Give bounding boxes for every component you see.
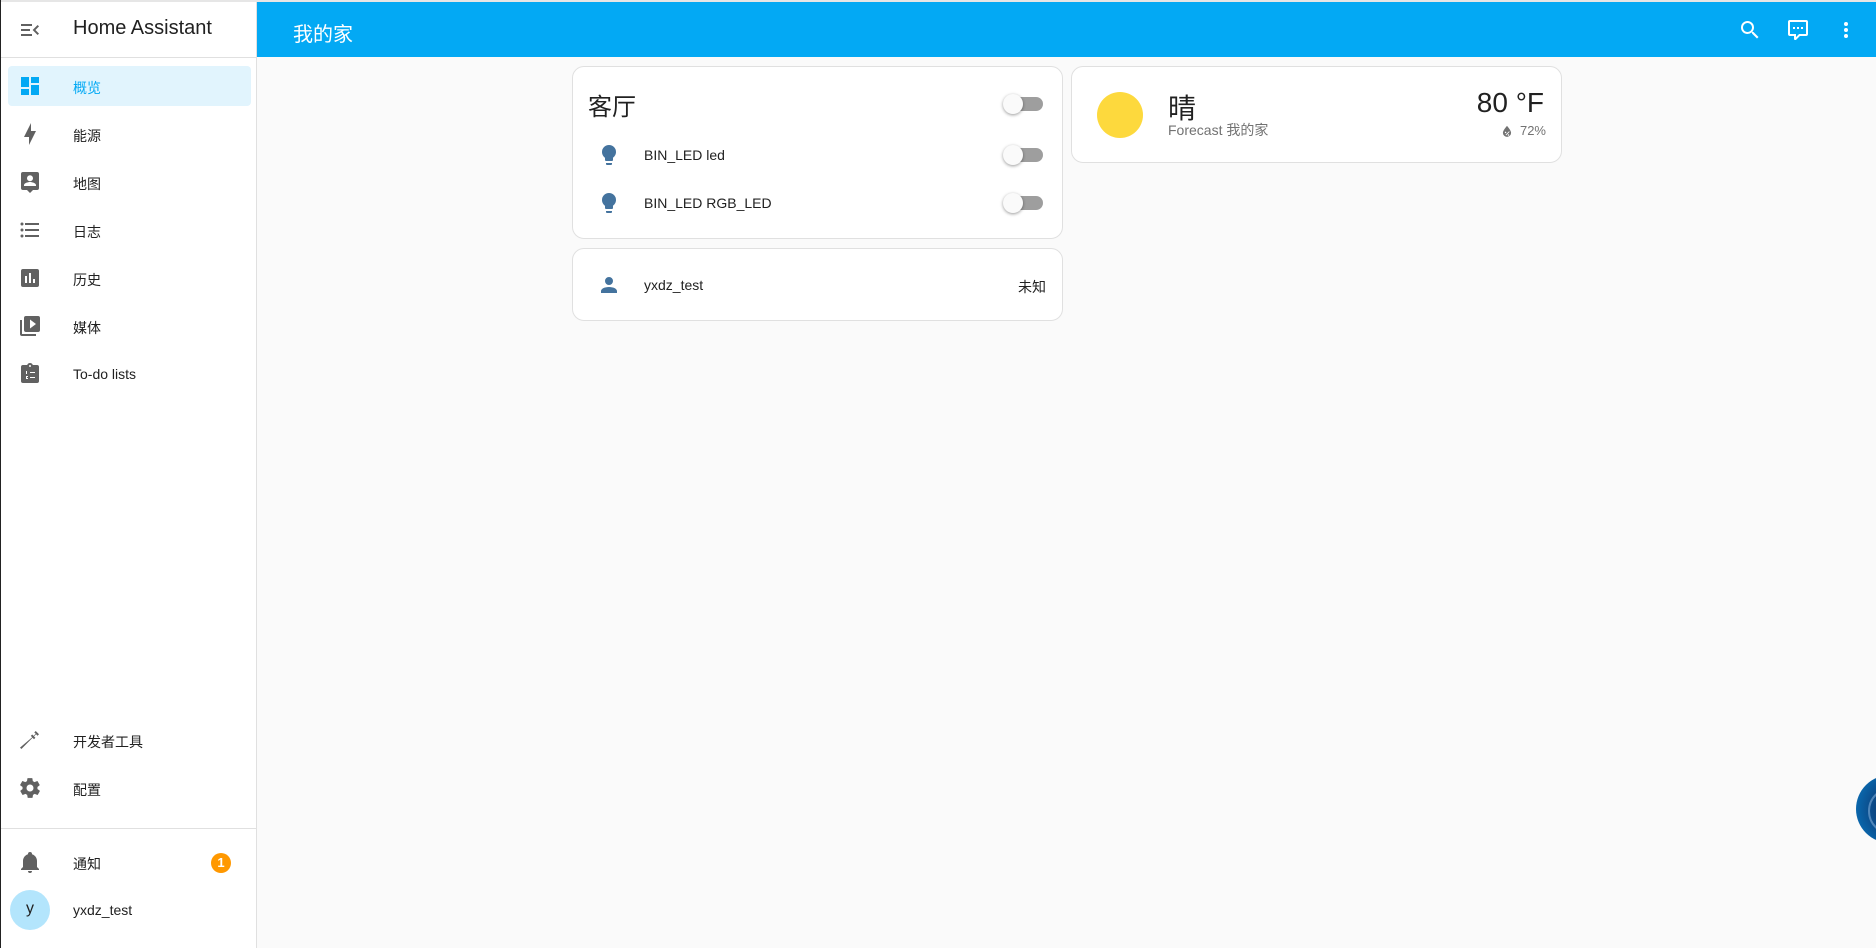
sidebar-item-profile[interactable]: y yxdz_test bbox=[8, 890, 251, 930]
bell-icon bbox=[21, 852, 39, 873]
sidebar-divider bbox=[1, 828, 256, 829]
sidebar-item-todo[interactable]: To-do lists bbox=[8, 354, 251, 394]
lightbulb-icon bbox=[602, 145, 616, 165]
cog-icon bbox=[20, 778, 40, 798]
sidebar-item-label: 通知 bbox=[73, 856, 101, 872]
more-options-button[interactable] bbox=[1827, 11, 1865, 49]
sidebar-item-map[interactable]: 地图 bbox=[8, 162, 251, 202]
dashboard-title: 我的家 bbox=[293, 24, 353, 46]
view-dashboard-icon bbox=[21, 77, 39, 95]
notification-count-badge: 1 bbox=[211, 853, 231, 873]
collapse-sidebar-button[interactable] bbox=[13, 13, 47, 47]
sidebar-item-logbook[interactable]: 日志 bbox=[8, 210, 251, 250]
search-icon bbox=[1741, 21, 1759, 39]
assist-button[interactable] bbox=[1779, 11, 1817, 49]
sidebar-header: Home Assistant bbox=[1, 2, 256, 58]
user-name: yxdz_test bbox=[73, 902, 133, 918]
more-vert-icon bbox=[1844, 22, 1848, 38]
sidebar-item-label: 概览 bbox=[73, 80, 101, 96]
sidebar-item-label: 媒体 bbox=[73, 320, 101, 336]
weather-temperature: 80 °F bbox=[1476, 87, 1544, 118]
weather-humidity: 72% bbox=[1500, 123, 1546, 138]
entity-row-person[interactable]: yxdz_test 未知 bbox=[573, 265, 1062, 305]
map-account-icon bbox=[21, 172, 39, 193]
sidebar-item-history[interactable]: 历史 bbox=[8, 258, 251, 298]
assist-icon bbox=[1788, 20, 1808, 40]
lightning-bolt-icon bbox=[24, 123, 36, 145]
app-title: Home Assistant bbox=[73, 17, 212, 39]
sidebar-item-notifications[interactable]: 通知 1 bbox=[8, 842, 251, 882]
sidebar-item-label: To-do lists bbox=[73, 366, 137, 382]
toggle-thumb bbox=[1003, 193, 1023, 213]
weather-entity-name: Forecast 我的家 bbox=[1168, 122, 1269, 138]
window-left-border bbox=[0, 0, 1, 948]
sidebar-item-energy[interactable]: 能源 bbox=[8, 114, 251, 154]
account-icon bbox=[601, 277, 617, 293]
sidebar-item-label: 历史 bbox=[73, 272, 101, 288]
hammer-icon bbox=[20, 731, 39, 749]
bin-led-rgb-led-toggle[interactable] bbox=[1003, 192, 1043, 214]
humidity-value: 72% bbox=[1519, 123, 1546, 138]
sidebar-item-overview[interactable]: 概览 bbox=[8, 66, 251, 106]
card-title: 客厅 bbox=[588, 94, 636, 121]
play-box-multiple-icon bbox=[20, 316, 40, 336]
lightbulb-icon bbox=[602, 193, 616, 213]
person-card: yxdz_test 未知 bbox=[572, 248, 1063, 321]
sidebar-item-media[interactable]: 媒体 bbox=[8, 306, 251, 346]
weather-card[interactable]: 晴 Forecast 我的家 80 °F 72% bbox=[1071, 66, 1562, 163]
top-app-bar: 我的家 bbox=[257, 2, 1876, 57]
water-percent-icon bbox=[1502, 125, 1512, 137]
bin-led-led-toggle[interactable] bbox=[1003, 144, 1043, 166]
living-room-card: 客厅 BIN_LED led BIN_LED RGB_LED bbox=[572, 66, 1063, 239]
person-name: yxdz_test bbox=[644, 277, 704, 293]
entity-row-bin-led-led[interactable]: BIN_LED led bbox=[573, 135, 1062, 175]
sidebar: Home Assistant 概览 能源 地图 日志 历史 媒体 To-do l… bbox=[1, 2, 257, 948]
entity-name: BIN_LED RGB_LED bbox=[644, 195, 772, 211]
sidebar-item-settings[interactable]: 配置 bbox=[8, 768, 251, 808]
person-state: 未知 bbox=[1018, 279, 1046, 295]
chart-box-icon bbox=[21, 269, 39, 287]
toggle-thumb bbox=[1003, 94, 1023, 114]
sidebar-item-developer-tools[interactable]: 开发者工具 bbox=[8, 720, 251, 760]
floating-assistant-button[interactable] bbox=[1856, 775, 1876, 843]
sidebar-item-label: 能源 bbox=[73, 128, 101, 144]
sidebar-item-label: 日志 bbox=[73, 224, 101, 240]
sidebar-item-label: 开发者工具 bbox=[73, 734, 143, 750]
clipboard-list-icon bbox=[21, 363, 39, 383]
sidebar-item-label: 地图 bbox=[73, 176, 101, 192]
entity-name: BIN_LED led bbox=[644, 147, 725, 163]
entity-row-bin-led-rgb-led[interactable]: BIN_LED RGB_LED bbox=[573, 183, 1062, 223]
user-avatar: y bbox=[10, 890, 50, 930]
living-room-master-toggle[interactable] bbox=[1003, 93, 1043, 115]
sidebar-item-label: 配置 bbox=[73, 782, 101, 798]
sunny-weather-icon bbox=[1097, 92, 1143, 138]
format-list-bulleted-icon bbox=[20, 222, 39, 238]
menu-open-icon bbox=[21, 24, 39, 36]
search-button[interactable] bbox=[1731, 11, 1769, 49]
toggle-thumb bbox=[1003, 145, 1023, 165]
